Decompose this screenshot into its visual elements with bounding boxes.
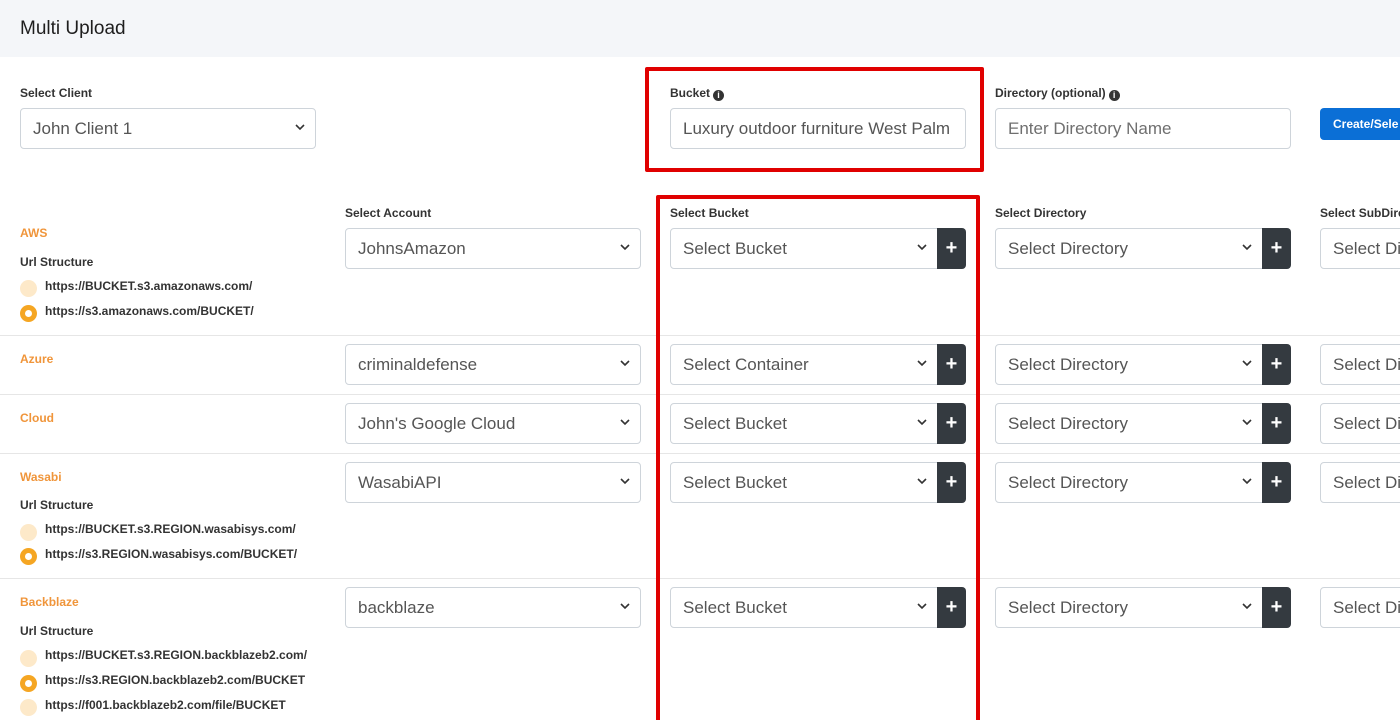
wasabi-url-option-1-label: https://BUCKET.s3.REGION.wasabisys.com/ bbox=[45, 522, 296, 536]
azure-directory-value: Select Directory bbox=[1008, 354, 1128, 374]
bucket-input-highlight bbox=[645, 67, 984, 172]
wasabi-account-value: WasabiAPI bbox=[358, 472, 442, 492]
wasabi-subdirectory-value: Select Di bbox=[1333, 472, 1400, 492]
wasabi-url-option-2-radio[interactable] bbox=[20, 548, 37, 565]
column-header-directory: Select Directory bbox=[995, 206, 1087, 220]
cloud-account-value: John's Google Cloud bbox=[358, 413, 516, 433]
azure-directory-select[interactable]: Select Directory bbox=[995, 344, 1263, 385]
cloud-subdirectory-value: Select Di bbox=[1333, 413, 1400, 433]
client-select-value: John Client 1 bbox=[33, 118, 133, 138]
directory-label: Directory (optional) i bbox=[995, 86, 1120, 101]
chevron-down-icon bbox=[1240, 356, 1254, 370]
chevron-down-icon bbox=[618, 599, 632, 613]
chevron-down-icon bbox=[293, 120, 307, 134]
backblaze-subdirectory-select[interactable]: Select Di bbox=[1320, 587, 1400, 628]
aws-url-option-2-label: https://s3.amazonaws.com/BUCKET/ bbox=[45, 304, 254, 318]
cloud-account-select[interactable]: John's Google Cloud bbox=[345, 403, 641, 444]
backblaze-url-option-1-label: https://BUCKET.s3.REGION.backblazeb2.com… bbox=[45, 648, 308, 662]
info-icon[interactable]: i bbox=[1108, 90, 1120, 101]
provider-azure: Azure bbox=[20, 352, 54, 366]
client-label: Select Client bbox=[20, 86, 93, 100]
client-select[interactable]: John Client 1 bbox=[20, 108, 316, 149]
wasabi-directory-select[interactable]: Select Directory bbox=[995, 462, 1263, 503]
provider-backblaze: Backblaze bbox=[20, 595, 79, 609]
add-directory-button[interactable]: + bbox=[1262, 228, 1291, 269]
provider-aws: AWS bbox=[20, 226, 48, 240]
add-directory-button[interactable]: + bbox=[1262, 462, 1291, 503]
aws-directory-value: Select Directory bbox=[1008, 238, 1128, 258]
aws-account-value: JohnsAmazon bbox=[358, 238, 466, 258]
aws-url-structure-label: Url Structure bbox=[20, 255, 94, 269]
backblaze-url-option-2-label: https://s3.REGION.backblazeb2.com/BUCKET bbox=[45, 673, 306, 687]
aws-subdirectory-value: Select Di bbox=[1333, 238, 1400, 258]
directory-input[interactable]: Enter Directory Name bbox=[995, 108, 1291, 149]
backblaze-url-option-3-radio[interactable] bbox=[20, 699, 37, 716]
page-header: Multi Upload bbox=[0, 0, 1400, 57]
cloud-directory-select[interactable]: Select Directory bbox=[995, 403, 1263, 444]
add-directory-button[interactable]: + bbox=[1262, 587, 1291, 628]
column-header-account: Select Account bbox=[345, 206, 432, 220]
azure-subdirectory-value: Select Di bbox=[1333, 354, 1400, 374]
page-title: Multi Upload bbox=[20, 18, 126, 39]
directory-input-placeholder: Enter Directory Name bbox=[1008, 118, 1172, 138]
aws-account-select[interactable]: JohnsAmazon bbox=[345, 228, 641, 269]
cloud-directory-value: Select Directory bbox=[1008, 413, 1128, 433]
chevron-down-icon bbox=[618, 415, 632, 429]
wasabi-url-option-1-radio[interactable] bbox=[20, 524, 37, 541]
backblaze-account-select[interactable]: backblaze bbox=[345, 587, 641, 628]
aws-url-option-1-radio[interactable] bbox=[20, 280, 37, 297]
backblaze-url-structure-label: Url Structure bbox=[20, 624, 94, 638]
backblaze-url-option-3-label: https://f001.backblazeb2.com/file/BUCKET bbox=[45, 698, 286, 712]
chevron-down-icon bbox=[618, 356, 632, 370]
chevron-down-icon bbox=[618, 240, 632, 254]
azure-subdirectory-select[interactable]: Select Di bbox=[1320, 344, 1400, 385]
aws-directory-select[interactable]: Select Directory bbox=[995, 228, 1263, 269]
aws-url-option-2-radio[interactable] bbox=[20, 305, 37, 322]
chevron-down-icon bbox=[1240, 474, 1254, 488]
aws-url-option-1-label: https://BUCKET.s3.amazonaws.com/ bbox=[45, 279, 253, 293]
add-directory-button[interactable]: + bbox=[1262, 344, 1291, 385]
create-select-button[interactable]: Create/Sele bbox=[1320, 108, 1400, 140]
backblaze-directory-select[interactable]: Select Directory bbox=[995, 587, 1263, 628]
add-directory-button[interactable]: + bbox=[1262, 403, 1291, 444]
directory-label-text: Directory (optional) bbox=[995, 86, 1106, 100]
chevron-down-icon bbox=[1240, 415, 1254, 429]
chevron-down-icon bbox=[1240, 599, 1254, 613]
chevron-down-icon bbox=[1240, 240, 1254, 254]
azure-account-value: criminaldefense bbox=[358, 354, 478, 374]
column-header-subdirectory: Select SubDire bbox=[1320, 206, 1400, 220]
chevron-down-icon bbox=[618, 474, 632, 488]
wasabi-account-select[interactable]: WasabiAPI bbox=[345, 462, 641, 503]
provider-cloud: Cloud bbox=[20, 411, 54, 425]
wasabi-url-option-2-label: https://s3.REGION.wasabisys.com/BUCKET/ bbox=[45, 547, 298, 561]
cloud-subdirectory-select[interactable]: Select Di bbox=[1320, 403, 1400, 444]
backblaze-account-value: backblaze bbox=[358, 597, 435, 617]
backblaze-url-option-1-radio[interactable] bbox=[20, 650, 37, 667]
bucket-column-highlight bbox=[656, 195, 980, 720]
aws-subdirectory-select[interactable]: Select Di bbox=[1320, 228, 1400, 269]
wasabi-subdirectory-select[interactable]: Select Di bbox=[1320, 462, 1400, 503]
wasabi-url-structure-label: Url Structure bbox=[20, 498, 94, 512]
azure-account-select[interactable]: criminaldefense bbox=[345, 344, 641, 385]
backblaze-directory-value: Select Directory bbox=[1008, 597, 1128, 617]
wasabi-directory-value: Select Directory bbox=[1008, 472, 1128, 492]
backblaze-url-option-2-radio[interactable] bbox=[20, 675, 37, 692]
provider-wasabi: Wasabi bbox=[20, 470, 62, 484]
backblaze-subdirectory-value: Select Di bbox=[1333, 597, 1400, 617]
